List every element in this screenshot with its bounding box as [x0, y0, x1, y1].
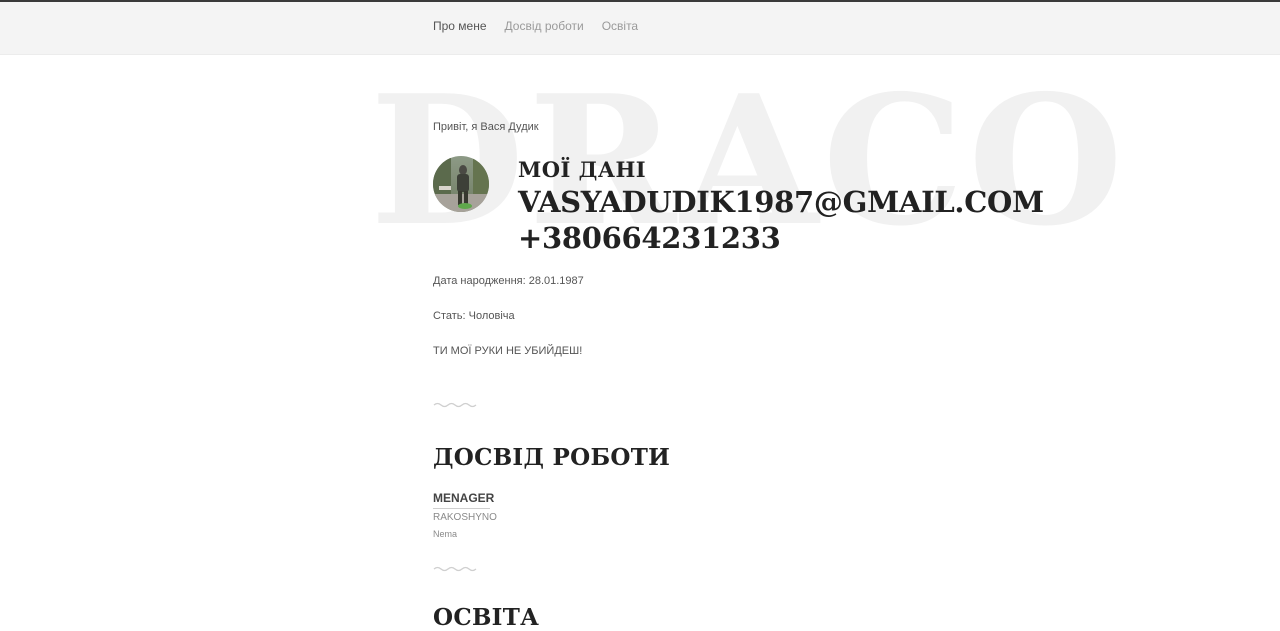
greeting-text: Привіт, я Вася Дудик [433, 121, 539, 133]
contact-title: МОЇ ДАНІ [518, 157, 647, 182]
education-section-title: ОСВІТА [433, 604, 540, 631]
contact-block: МОЇ ДАНІ VASYADUDIK1987@GMAIL.COM +38066… [518, 156, 1044, 256]
avatar-photo [433, 156, 489, 212]
nav-link-about[interactable]: Про мене [433, 19, 487, 33]
job-title-underline [433, 508, 490, 509]
contact-email[interactable]: VASYADUDIK1987@GMAIL.COM [518, 184, 1044, 220]
nav-link-education[interactable]: Освіта [602, 19, 638, 33]
navbar: Про мене Досвід роботи Освіта [0, 2, 1280, 55]
job-company: RAKOSHYNO [433, 512, 497, 523]
avatar [433, 156, 489, 212]
job-title: MENAGER [433, 491, 495, 505]
nav-links: Про мене Досвід роботи Освіта [433, 19, 638, 33]
wave-divider-icon [433, 402, 477, 408]
job-description: Nema [433, 529, 458, 539]
contact-phone[interactable]: +380664231233 [518, 220, 1044, 256]
quote-text: ТИ МОЇ РУКИ НЕ УБИЙДЕШ! [433, 345, 583, 357]
gender-text: Стать: Чоловіча [433, 310, 515, 322]
experience-section-title: ДОСВІД РОБОТИ [433, 444, 671, 471]
birth-date-text: Дата народження: 28.01.1987 [433, 275, 584, 287]
wave-divider-icon [433, 566, 477, 572]
nav-link-experience[interactable]: Досвід роботи [505, 19, 584, 33]
